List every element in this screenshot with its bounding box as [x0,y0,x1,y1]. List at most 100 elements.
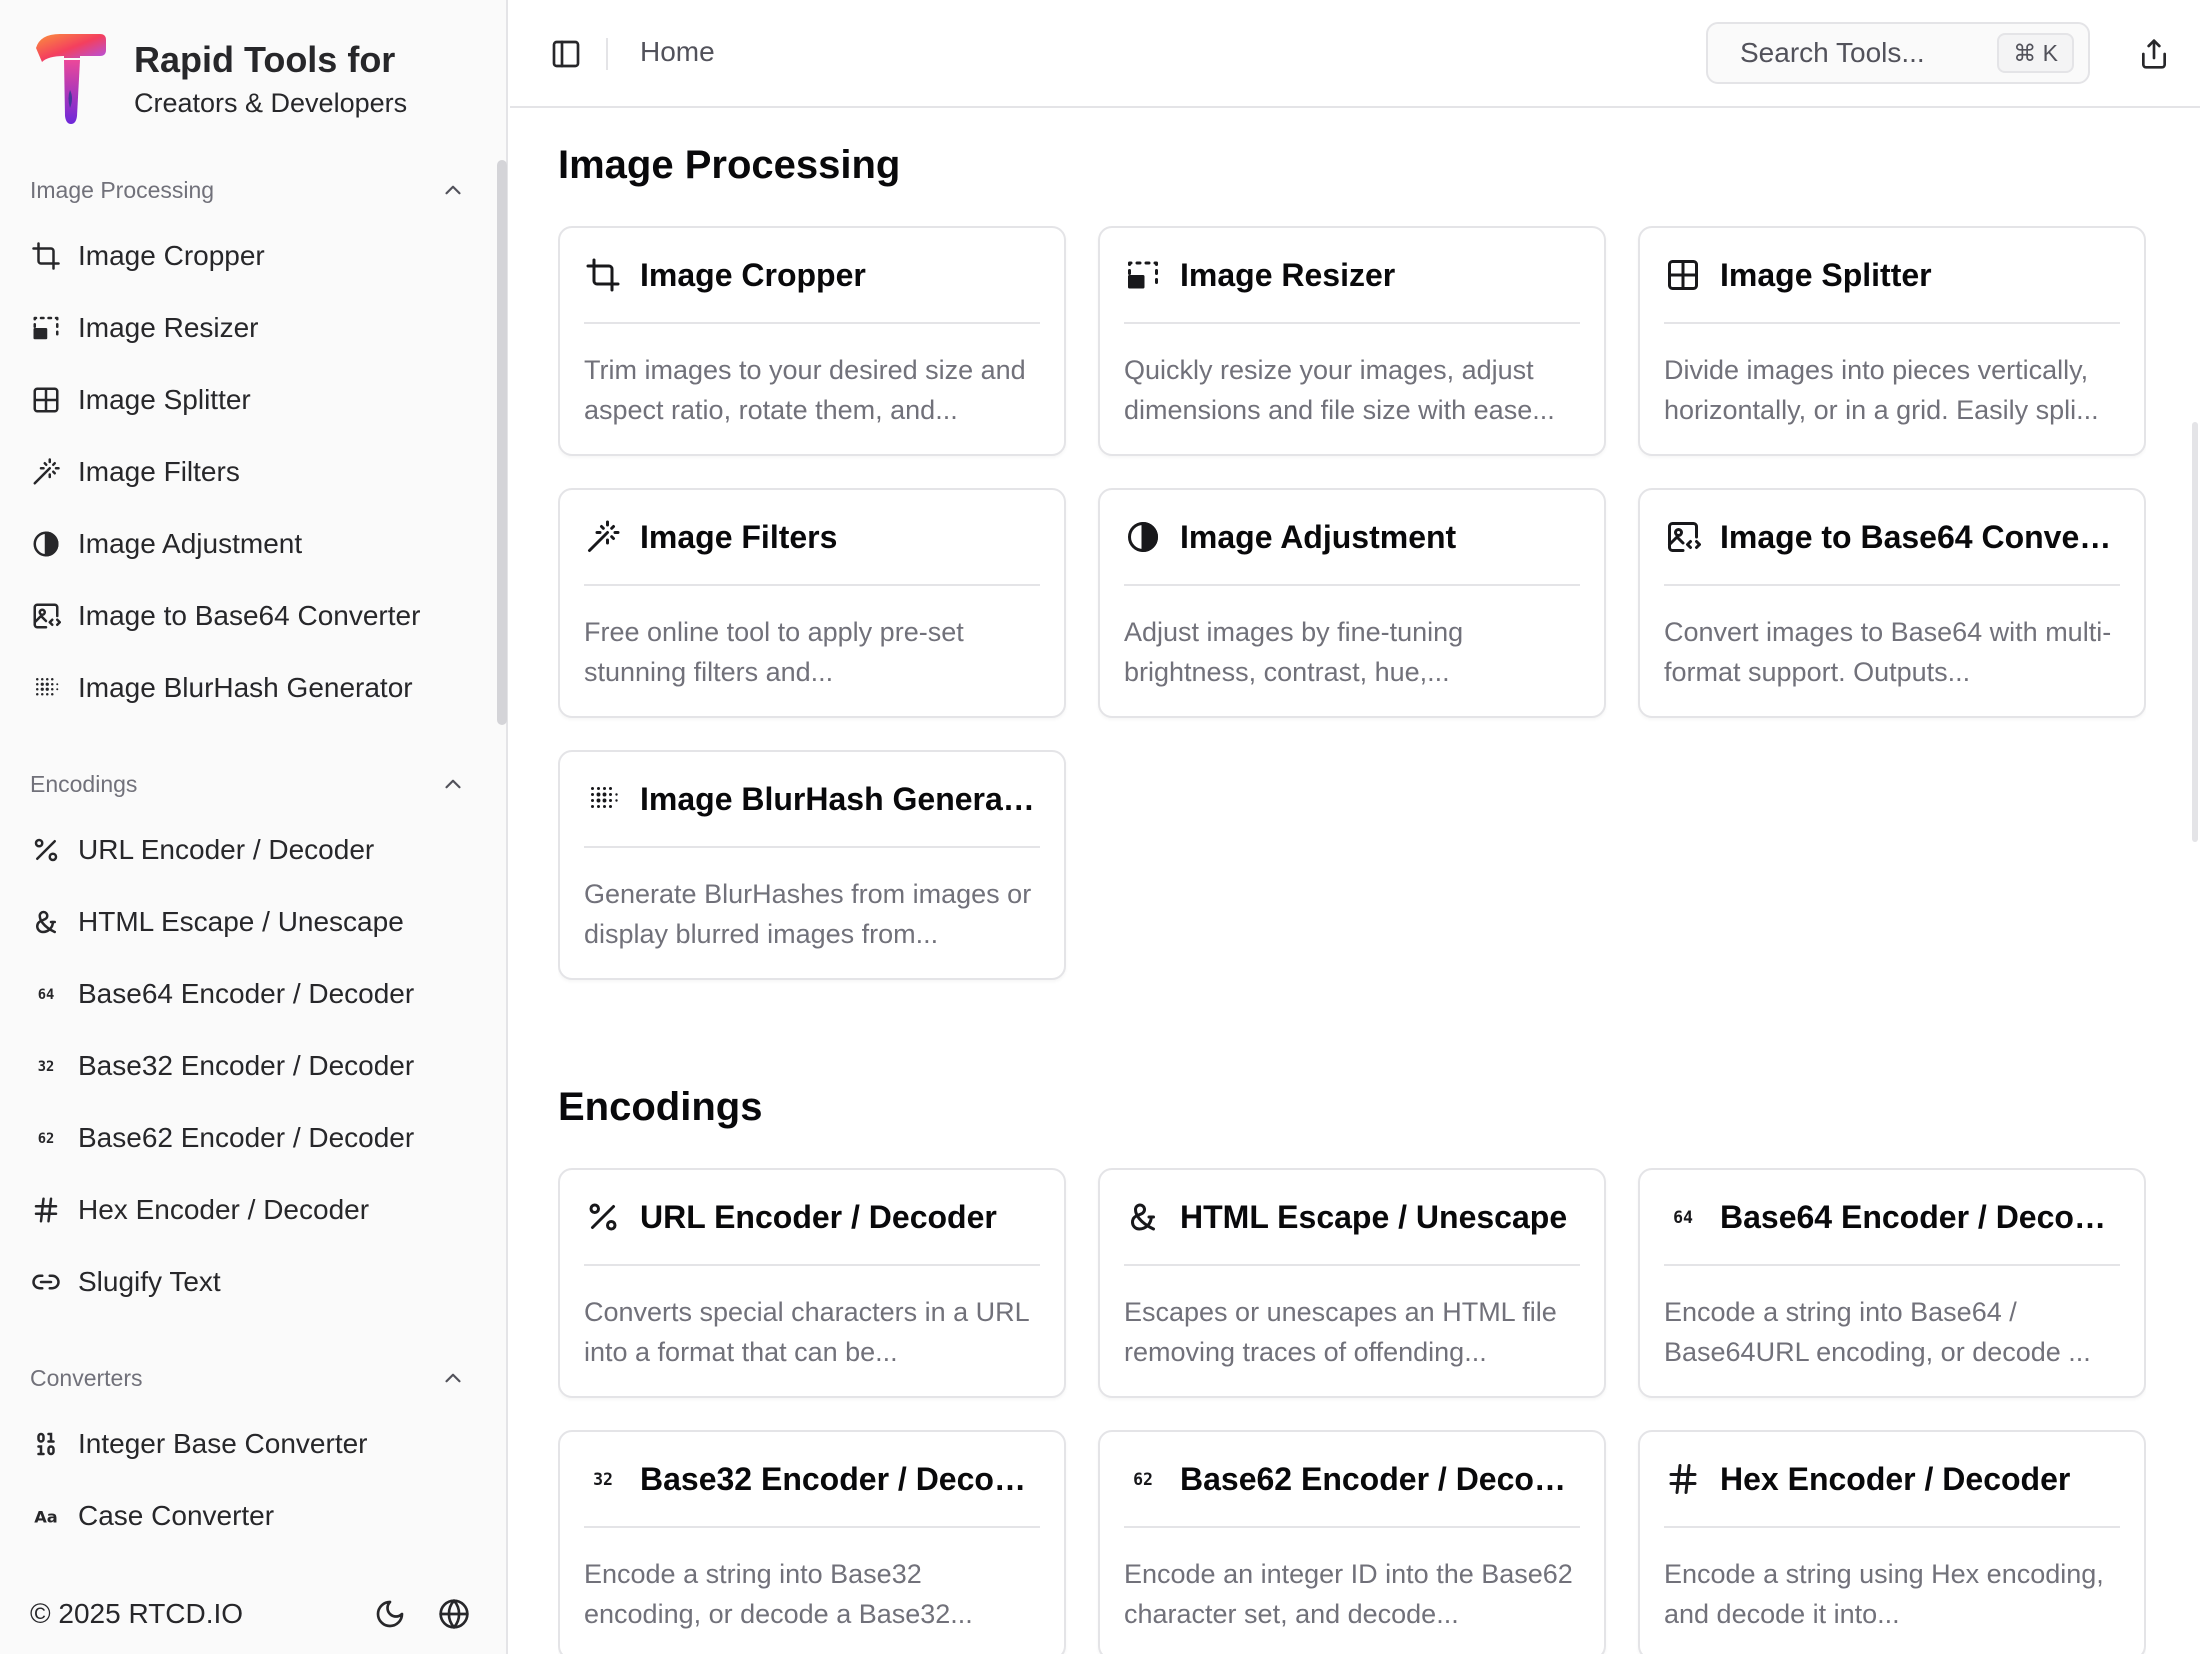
svg-text:64: 64 [1673,1208,1693,1227]
card-description: Adjust images by fine-tuning brightness,… [1124,617,1464,687]
sidebar-item-image-cropper[interactable]: Image Cropper [0,220,484,292]
resize-icon [30,312,62,344]
sidebar-item-hex-encoder[interactable]: Hex Encoder / Decoder [0,1174,484,1246]
magic-wand-icon [30,456,62,488]
hash-icon [30,1194,62,1226]
sidebar-item-label: Slugify Text [78,1266,221,1297]
sidebar-toggle-button[interactable] [546,34,586,74]
sidebar-item-case-converter[interactable]: Aa Case Converter [0,1480,484,1540]
tool-card-image-to-base64[interactable]: Image to Base64 Convert... Convert image… [1638,488,2146,718]
svg-text:Aa: Aa [34,1507,58,1526]
panel-left-icon [552,40,580,68]
language-button[interactable] [432,1592,476,1636]
tool-card-image-splitter[interactable]: Image Splitter Divide images into pieces… [1638,226,2146,456]
sidebar-item-base62[interactable]: 62 Base62 Encoder / Decoder [0,1102,484,1174]
sidebar-item-label: Integer Base Converter [78,1428,368,1459]
card-description: Converts special characters in a URL int… [584,1297,1029,1367]
svg-text:32: 32 [593,1470,613,1489]
main-content: Image Processing Image Cropper Trim imag… [558,110,2146,1654]
sidebar-group-converters: Converters Integer Base Converter Aa Cas… [0,1348,496,1540]
brand[interactable]: Rapid Tools for Creators & Developers [30,28,407,128]
sidebar-item-label: Image to Base64 Converter [78,600,421,631]
shortcut-badge: ⌘ K [1997,33,2074,73]
sidebar-item-label: Image Filters [78,456,240,487]
sidebar-item-label: URL Encoder / Decoder [78,834,375,865]
tool-grid-image-processing: Image Cropper Trim images to your desire… [558,226,2146,980]
sidebar-item-url-encoder[interactable]: URL Encoder / Decoder [0,814,484,886]
sidebar-item-label: Base62 Encoder / Decoder [78,1122,415,1153]
crop-icon [30,240,62,272]
percent-icon [584,1198,622,1236]
sidebar-item-image-resizer[interactable]: Image Resizer [0,292,484,364]
ampersand-icon [30,906,62,938]
card-title: Base64 Encoder / Decoder [1720,1198,2120,1235]
card-title: HTML Escape / Unescape [1180,1198,1568,1235]
sidebar-item-label: Base64 Encoder / Decoder [78,978,415,1009]
tool-card-url-encoder[interactable]: URL Encoder / Decoder Converts special c… [558,1168,1066,1398]
sidebar-item-label: HTML Escape / Unescape [78,906,404,937]
card-description: Convert images to Base64 with multi-form… [1664,617,2112,687]
sidebar-item-label: Image Cropper [78,240,265,271]
sidebar-item-image-splitter[interactable]: Image Splitter [0,364,484,436]
card-description: Generate BlurHashes from images or displ… [584,879,1032,949]
sidebar-item-label: Base32 Encoder / Decoder [78,1050,415,1081]
tool-card-image-cropper[interactable]: Image Cropper Trim images to your desire… [558,226,1066,456]
sidebar-item-image-filters[interactable]: Image Filters [0,436,484,508]
sidebar-item-base64[interactable]: 64 Base64 Encoder / Decoder [0,958,484,1030]
group-label: Encodings [30,770,138,797]
sidebar-item-html-escape[interactable]: HTML Escape / Unescape [0,886,484,958]
card-title: Image BlurHash Generator [640,780,1040,817]
contrast-icon [1124,518,1162,556]
card-title: Base62 Encoder / Decoder [1180,1460,1580,1497]
share-button[interactable] [2134,34,2174,74]
sidebar-item-base32[interactable]: 32 Base32 Encoder / Decoder [0,1030,484,1102]
group-header[interactable]: Converters [0,1348,496,1408]
sidebar-group-encodings: Encodings URL Encoder / Decoder HTML Esc… [0,754,496,1318]
tool-card-hex-encoder[interactable]: Hex Encoder / Decoder Encode a string us… [1638,1430,2146,1654]
sidebar-scrollbar[interactable] [497,160,507,725]
theme-toggle-button[interactable] [368,1592,412,1636]
page-scrollbar[interactable] [2192,422,2198,842]
card-description: Escapes or unescapes an HTML file removi… [1124,1297,1557,1367]
card-title: URL Encoder / Decoder [640,1198,997,1235]
tool-card-image-filters[interactable]: Image Filters Free online tool to apply … [558,488,1066,718]
grid-icon [30,384,62,416]
sidebar-item-label: Image Splitter [78,384,251,415]
sidebar-item-image-blurhash[interactable]: Image BlurHash Generator [0,652,484,724]
chevron-up-icon [445,185,461,195]
card-title: Image Cropper [640,256,866,293]
card-title: Image Adjustment [1180,518,1457,555]
base64-icon: 64 [1664,1198,1702,1236]
sidebar-item-image-to-base64[interactable]: Image to Base64 Converter [0,580,484,652]
sidebar-item-slugify[interactable]: Slugify Text [0,1246,484,1318]
brand-subtitle: Creators & Developers [134,88,408,118]
sidebar-item-label: Image BlurHash Generator [78,672,413,703]
base64-icon: 64 [30,978,62,1010]
card-description: Trim images to your desired size and asp… [584,355,1026,425]
brand-title: Rapid Tools for [134,39,396,80]
tool-card-base64[interactable]: 64 Base64 Encoder / Decoder Encode a stri… [1638,1168,2146,1398]
sidebar-item-image-adjustment[interactable]: Image Adjustment [0,508,484,580]
section-title-encodings: Encodings [558,1085,763,1129]
magic-wand-icon [584,518,622,556]
resize-icon [1124,256,1162,294]
card-description: Encode a string using Hex encoding, and … [1664,1559,2104,1629]
sidebar-item-integer-base[interactable]: Integer Base Converter [0,1408,484,1480]
image-code-icon [30,600,62,632]
tool-card-image-adjustment[interactable]: Image Adjustment Adjust images by fine-t… [1098,488,1606,718]
svg-text:64: 64 [38,987,55,1003]
tool-card-html-escape[interactable]: HTML Escape / Unescape Escapes or unesca… [1098,1168,1606,1398]
breadcrumb[interactable]: Home [640,36,715,68]
search-button[interactable]: Search Tools... ⌘ K [1706,22,2090,84]
tool-card-base32[interactable]: 32 Base32 Encoder / Decoder Encode a stri… [558,1430,1066,1654]
group-header[interactable]: Encodings [0,754,496,814]
tool-grid-encodings: URL Encoder / Decoder Converts special c… [558,1168,2146,1654]
group-header[interactable]: Image Processing [0,160,496,220]
case-icon: Aa [30,1500,62,1532]
card-title: Image Filters [640,518,838,555]
tool-card-image-resizer[interactable]: Image Resizer Quickly resize your images… [1098,226,1606,456]
tool-card-base62[interactable]: 62 Base62 Encoder / Decoder Encode an int… [1098,1430,1606,1654]
tool-card-image-blurhash[interactable]: Image BlurHash Generator Generate BlurHa… [558,750,1066,980]
contrast-icon [30,528,62,560]
chevron-up-icon [445,1373,461,1383]
